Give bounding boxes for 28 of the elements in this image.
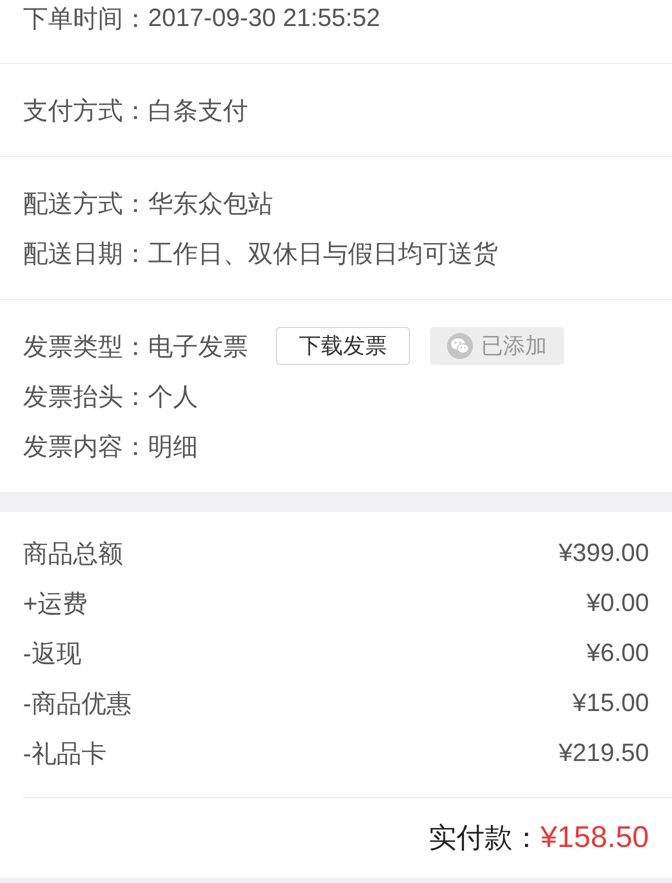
- field-value: 明细: [148, 432, 198, 462]
- field-label: 发票抬头：: [23, 382, 148, 412]
- field-value: 个人: [148, 382, 198, 412]
- field-label: 支付方式：: [23, 96, 148, 126]
- field-value: 电子发票: [148, 332, 248, 362]
- amount-label: -商品优惠: [23, 688, 132, 720]
- total-label: 实付款：: [428, 821, 541, 855]
- field-value: 工作日、双休日与假日均可送货: [148, 238, 498, 270]
- amount-value: ¥15.00: [572, 688, 649, 718]
- chat-bubbles-icon: [447, 333, 473, 359]
- field-label: 配送日期：: [23, 238, 148, 270]
- amount-label: +运费: [23, 588, 88, 620]
- field-label: 发票类型：: [23, 332, 148, 362]
- amount-value: ¥0.00: [586, 588, 649, 618]
- amount-value: ¥219.50: [558, 738, 649, 768]
- amount-label: -礼品卡: [23, 738, 106, 770]
- total-value: ¥158.50: [540, 821, 649, 855]
- amount-label: -返现: [23, 638, 82, 670]
- field-label: 下单时间：: [23, 4, 148, 34]
- amount-value: ¥6.00: [586, 638, 649, 668]
- field-value: 2017-09-30 21:55:52: [148, 4, 380, 32]
- amount-label: 商品总额: [23, 538, 123, 570]
- field-value: 白条支付: [148, 96, 248, 126]
- download-invoice-button[interactable]: 下载发票: [276, 327, 410, 365]
- field-label: 发票内容：: [23, 432, 148, 462]
- amount-value: ¥399.00: [558, 538, 649, 568]
- field-label: 配送方式：: [23, 188, 148, 220]
- field-value: 华东众包站: [148, 188, 273, 220]
